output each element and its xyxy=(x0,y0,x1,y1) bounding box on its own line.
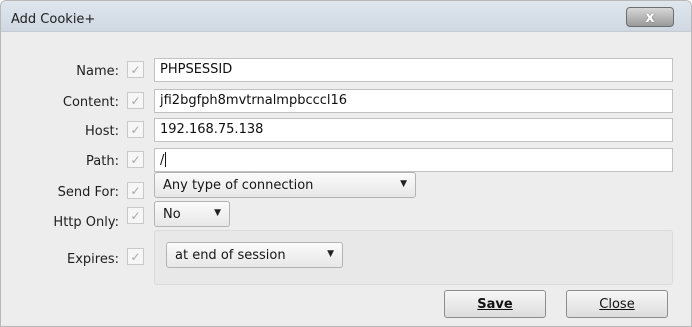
check-icon: ✓ xyxy=(130,62,141,77)
name-value: PHPSESSID xyxy=(160,62,233,77)
close-button[interactable]: Close xyxy=(566,290,668,318)
name-checkbox[interactable]: ✓ xyxy=(127,61,144,78)
http-only-value: No xyxy=(163,207,181,222)
http-only-checkbox[interactable]: ✓ xyxy=(127,207,144,224)
content-value: jfi2bgfph8mvtrnalmpbcccl16 xyxy=(160,93,348,108)
send-for-label: Send For: xyxy=(57,185,119,200)
dialog-title: Add Cookie+ xyxy=(11,12,96,27)
text-cursor xyxy=(165,152,167,167)
expires-checkbox[interactable]: ✓ xyxy=(127,248,144,265)
chevron-down-icon: ▼ xyxy=(214,208,221,218)
check-icon: ✓ xyxy=(130,183,141,198)
path-value: / xyxy=(160,153,165,168)
host-field[interactable]: 192.168.75.138 xyxy=(154,118,673,142)
check-icon: ✓ xyxy=(130,249,141,264)
path-label: Path: xyxy=(86,154,119,169)
check-icon: ✓ xyxy=(130,122,141,137)
chevron-down-icon: ▼ xyxy=(327,249,334,259)
window-close-button[interactable]: x xyxy=(626,7,674,27)
add-cookie-dialog: Add Cookie+ x Name: ✓ PHPSESSID Content:… xyxy=(0,0,692,327)
send-for-checkbox[interactable]: ✓ xyxy=(127,182,144,199)
path-checkbox[interactable]: ✓ xyxy=(127,151,144,168)
expires-select[interactable]: at end of session ▼ xyxy=(166,242,343,268)
expires-value: at end of session xyxy=(175,248,286,263)
save-button[interactable]: Save xyxy=(444,290,546,318)
name-label: Name: xyxy=(76,64,119,79)
close-button-label: Close xyxy=(599,296,635,312)
send-for-select[interactable]: Any type of connection ▼ xyxy=(154,172,416,198)
content-label: Content: xyxy=(62,95,119,110)
send-for-value: Any type of connection xyxy=(163,178,314,193)
host-label: Host: xyxy=(85,124,119,139)
host-value: 192.168.75.138 xyxy=(160,122,264,137)
title-bar: Add Cookie+ x xyxy=(1,1,691,32)
content-checkbox[interactable]: ✓ xyxy=(127,92,144,109)
path-field[interactable]: / xyxy=(154,148,673,172)
http-only-select[interactable]: No ▼ xyxy=(154,201,230,227)
check-icon: ✓ xyxy=(130,152,141,167)
close-icon: x xyxy=(645,8,655,26)
chevron-down-icon: ▼ xyxy=(400,179,407,189)
check-icon: ✓ xyxy=(130,93,141,108)
save-button-label: Save xyxy=(477,296,513,312)
http-only-label: Http Only: xyxy=(53,215,119,230)
host-checkbox[interactable]: ✓ xyxy=(127,121,144,138)
content-field[interactable]: jfi2bgfph8mvtrnalmpbcccl16 xyxy=(154,89,673,113)
name-field[interactable]: PHPSESSID xyxy=(154,58,673,82)
expires-label: Expires: xyxy=(67,252,119,267)
check-icon: ✓ xyxy=(130,208,141,223)
